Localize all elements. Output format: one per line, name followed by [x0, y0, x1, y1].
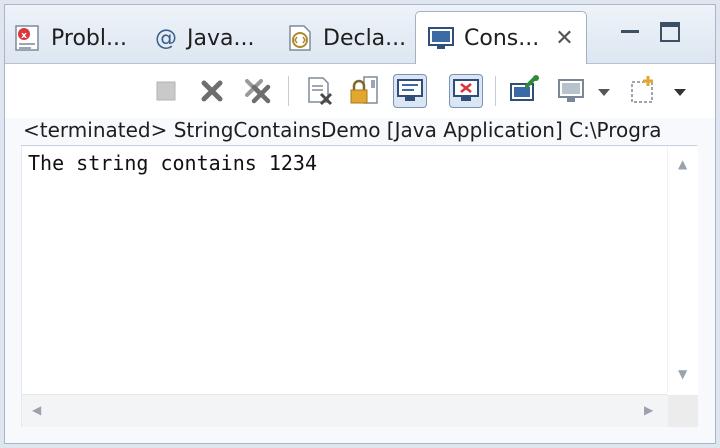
console-status-line: <terminated> StringContainsDemo [Java Ap…	[23, 118, 662, 142]
tab-label: Java...	[187, 25, 255, 51]
javadoc-at-icon: @	[155, 25, 177, 51]
console-output-area[interactable]: The string contains 1234 ▲ ▼ ◀ ▶	[21, 147, 698, 427]
horizontal-scrollbar[interactable]: ◀ ▶	[22, 394, 668, 427]
status-divider	[21, 145, 697, 146]
svg-text:x: x	[21, 31, 27, 41]
open-console-icon[interactable]	[627, 74, 661, 108]
console-output-text: The string contains 1234	[28, 151, 317, 175]
tab-label: Cons...	[464, 25, 540, 51]
scroll-left-icon[interactable]: ◀	[32, 403, 41, 417]
scroll-lock-icon[interactable]	[347, 74, 381, 108]
close-tab-icon[interactable]: ✕	[555, 26, 573, 51]
clear-console-icon[interactable]	[303, 74, 337, 108]
toolbar-separator	[288, 76, 289, 106]
tab-label: Decla...	[323, 25, 407, 51]
tab-declaration[interactable]: Decla...	[285, 13, 406, 63]
maximize-icon[interactable]	[657, 19, 683, 45]
scrollbar-corner	[668, 395, 698, 427]
toolbar-separator	[495, 76, 496, 106]
minimize-icon[interactable]	[617, 19, 643, 45]
pin-console-icon[interactable]	[507, 74, 541, 108]
problems-icon: x	[13, 23, 43, 53]
console-toolbar	[5, 64, 715, 118]
console-icon	[426, 23, 456, 53]
console-view-window: x Probl... @ Java... Decla... Cons... ✕ …	[4, 4, 716, 444]
tab-console[interactable]: Cons... ✕	[415, 11, 587, 64]
vertical-scrollbar[interactable]: ▲ ▼	[667, 147, 698, 393]
show-stderr-icon[interactable]	[449, 74, 483, 108]
remove-launch-icon[interactable]	[195, 74, 229, 108]
show-stdout-icon[interactable]	[393, 74, 427, 108]
tab-problems[interactable]: x Probl...	[13, 13, 127, 63]
display-console-icon[interactable]	[555, 74, 589, 108]
scroll-right-icon[interactable]: ▶	[644, 403, 653, 417]
tab-javadoc[interactable]: @ Java...	[155, 13, 254, 63]
remove-all-terminated-icon[interactable]	[241, 74, 275, 108]
tab-label: Probl...	[51, 25, 127, 51]
view-tab-bar: x Probl... @ Java... Decla... Cons... ✕	[5, 5, 715, 64]
terminate-icon[interactable]	[149, 74, 183, 108]
chevron-down-icon[interactable]	[593, 74, 615, 108]
scroll-down-icon[interactable]: ▼	[678, 367, 687, 381]
declaration-icon	[285, 23, 315, 53]
view-menu-chevron-icon[interactable]	[669, 74, 691, 108]
scroll-up-icon[interactable]: ▲	[678, 157, 687, 171]
